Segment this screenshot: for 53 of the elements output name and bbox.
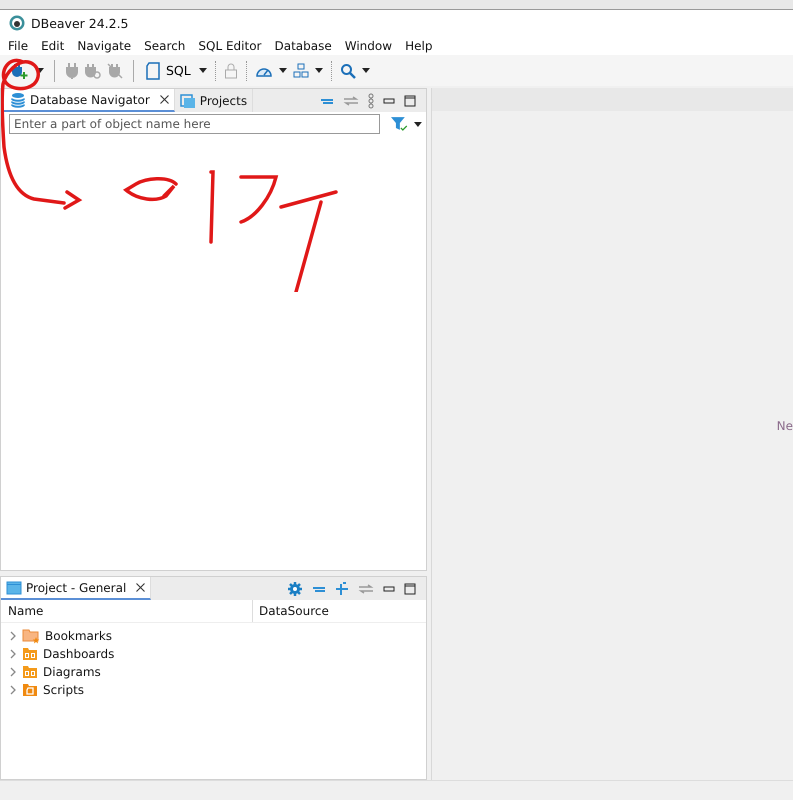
tree-item[interactable]: Bookmarks xyxy=(45,629,112,643)
tree-item[interactable]: Scripts xyxy=(43,683,84,697)
minimize-icon[interactable] xyxy=(383,98,395,104)
dropdown-caret-icon[interactable] xyxy=(414,122,422,126)
editor-hint-text: Ne xyxy=(776,418,793,432)
window-icon xyxy=(6,580,22,596)
folder-script-icon xyxy=(22,683,38,697)
menu-item[interactable]: Window xyxy=(344,38,392,52)
lock-icon xyxy=(224,62,238,78)
close-icon[interactable] xyxy=(136,583,146,592)
menu-item[interactable]: Database xyxy=(274,38,332,52)
window-title: DBeaver 24.2.5 xyxy=(31,16,129,30)
dropdown-caret-icon[interactable] xyxy=(362,68,370,73)
menu-item[interactable]: Navigate xyxy=(77,38,132,52)
menu-item[interactable]: Help xyxy=(405,38,432,52)
column-header[interactable]: DataSource xyxy=(253,604,329,618)
menu-item[interactable]: Search xyxy=(144,38,186,52)
panel-tab[interactable]: Project - General xyxy=(1,577,152,600)
gear-icon[interactable] xyxy=(287,580,303,596)
folder-grid-icon xyxy=(22,647,38,661)
filter-icon[interactable] xyxy=(390,116,408,132)
script-page-icon xyxy=(146,62,160,80)
menu-item[interactable]: Edit xyxy=(41,38,64,52)
database-icon xyxy=(10,92,26,108)
close-icon[interactable] xyxy=(160,95,169,104)
app-logo-icon xyxy=(9,15,25,31)
plug-refresh-icon xyxy=(85,62,101,78)
windows-icon xyxy=(180,92,196,108)
folder-grid-icon xyxy=(22,665,38,679)
expand-icon[interactable] xyxy=(335,582,349,596)
sql-editor-button[interactable]: SQL xyxy=(144,62,193,80)
dropdown-caret-icon[interactable] xyxy=(278,68,287,73)
folder-star-icon xyxy=(22,628,40,644)
boxes-icon[interactable] xyxy=(292,62,309,78)
dropdown-caret-icon[interactable] xyxy=(36,68,44,73)
more-options-icon[interactable] xyxy=(368,92,374,108)
tree-item[interactable]: Diagrams xyxy=(43,665,101,679)
dropdown-caret-icon[interactable] xyxy=(198,68,207,73)
plug-disconnect-icon xyxy=(107,62,123,78)
new-connection-icon[interactable] xyxy=(10,62,30,80)
object-filter-field[interactable]: Enter a part of object name here xyxy=(9,114,380,134)
menu-item[interactable]: File xyxy=(8,38,28,52)
menu-item[interactable]: SQL Editor xyxy=(198,38,262,52)
panel-tab[interactable]: Database Navigator xyxy=(1,89,175,112)
tree-item[interactable]: Dashboards xyxy=(43,647,114,661)
maximize-icon[interactable] xyxy=(404,582,416,594)
search-icon[interactable] xyxy=(340,62,356,78)
maximize-icon[interactable] xyxy=(404,94,416,106)
column-header[interactable]: Name xyxy=(1,600,253,622)
dropdown-caret-icon[interactable] xyxy=(314,68,323,73)
minimize-icon[interactable] xyxy=(383,586,395,592)
panel-tab[interactable]: Projects xyxy=(174,89,254,112)
plug-icon xyxy=(65,62,79,78)
